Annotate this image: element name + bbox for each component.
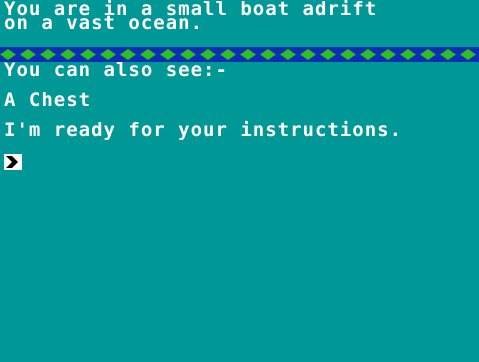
green-diamond-icon	[280, 49, 296, 60]
ready-prompt-message: I'm ready for your instructions.	[4, 119, 403, 141]
prompt-arrow-icon	[6, 156, 18, 168]
green-diamond-icon	[400, 49, 416, 60]
location-description-line-2: on a vast ocean.	[4, 12, 204, 34]
visible-item-chest: A Chest	[4, 89, 92, 111]
visible-items-heading: You can also see:-	[4, 59, 228, 81]
green-diamond-icon	[260, 49, 276, 60]
command-prompt-icon[interactable]	[4, 154, 22, 170]
green-diamond-icon	[440, 49, 456, 60]
green-diamond-icon	[360, 49, 376, 60]
green-diamond-icon	[300, 49, 316, 60]
green-diamond-icon	[340, 49, 356, 60]
green-diamond-icon	[240, 49, 256, 60]
green-diamond-icon	[420, 49, 436, 60]
green-diamond-icon	[320, 49, 336, 60]
green-diamond-icon	[380, 49, 396, 60]
game-screen: You are in a small boat adrift on a vast…	[0, 0, 479, 362]
green-diamond-icon	[460, 49, 476, 60]
